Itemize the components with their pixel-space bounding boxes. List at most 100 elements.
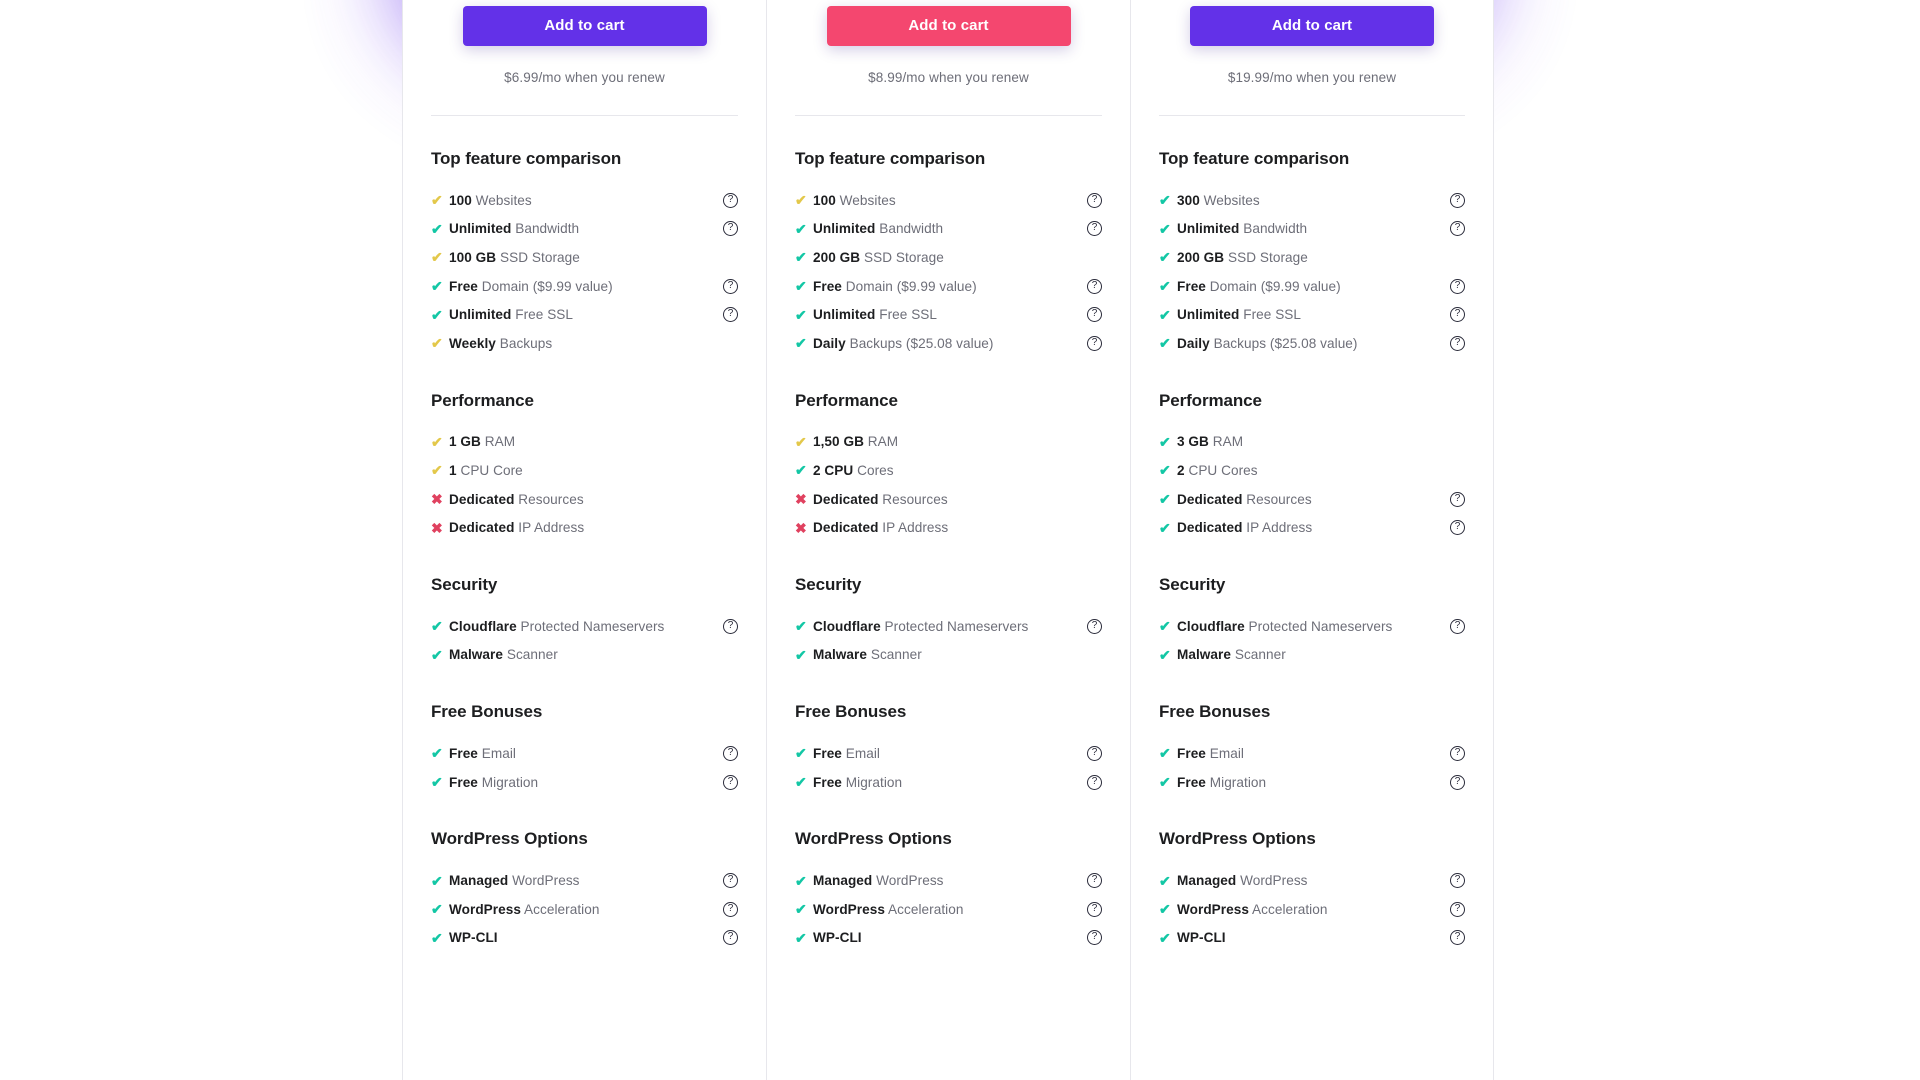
- feature-row: ✔ 200 GB SSD Storage: [1159, 243, 1465, 272]
- help-icon-placeholder: [1087, 250, 1102, 265]
- feature-label: 2 CPU Cores: [813, 463, 1079, 478]
- help-icon[interactable]: ?: [723, 930, 738, 946]
- feature-label-rest: Resources: [1242, 491, 1312, 507]
- feature-list: ✔ Cloudflare Protected Nameservers? ✔ Malwa…: [795, 612, 1102, 669]
- feature-row: ✔ WordPress Acceleration?: [795, 895, 1102, 924]
- feature-group: Free Bonuses ✔ Free Email? ✔ Free Migration?: [427, 702, 742, 796]
- feature-label-rest: Migration: [841, 774, 903, 790]
- feature-list: ✔ Free Email? ✔ Free Migration?: [431, 739, 738, 796]
- help-icon[interactable]: ?: [1450, 192, 1465, 208]
- feature-label-rest: Cores: [853, 462, 894, 478]
- check-icon: ✔: [431, 901, 443, 918]
- feature-label: 100 Websites: [813, 193, 1079, 208]
- feature-list: ✔ 3 GB RAM ✔ 2 CPU Cores ✔ Dedicated Resource…: [1159, 428, 1465, 542]
- feature-list: ✔ 100 Websites? ✔ Unlimited Bandwidth? ✔ 200 …: [795, 186, 1102, 358]
- plan-card-row: Add to cart $6.99/mo when you renew Top fe…: [402, 0, 1494, 1080]
- help-icon[interactable]: ?: [1087, 618, 1102, 634]
- add-to-cart-button[interactable]: Add to cart: [826, 6, 1071, 46]
- help-icon[interactable]: ?: [1450, 520, 1465, 536]
- help-icon[interactable]: ?: [1450, 221, 1465, 237]
- help-icon[interactable]: ?: [1087, 745, 1102, 761]
- help-icon[interactable]: ?: [1087, 192, 1102, 208]
- feature-row: ✔ WP-CLI?: [431, 924, 738, 953]
- feature-row: ✔ 200 GB SSD Storage: [795, 243, 1102, 272]
- feature-row: ✔ WordPress Acceleration?: [1159, 895, 1465, 924]
- help-icon[interactable]: ?: [1087, 335, 1102, 351]
- check-icon: ✔: [1159, 462, 1171, 479]
- feature-group-title: Security: [431, 574, 498, 594]
- add-to-cart-button[interactable]: Add to cart: [462, 6, 707, 46]
- check-icon: ✔: [795, 278, 807, 295]
- check-icon: ✔: [1159, 278, 1171, 295]
- feature-label-rest: WordPress: [508, 873, 580, 889]
- feature-label: WordPress Acceleration: [1177, 902, 1442, 917]
- feature-label-strong: Malware: [813, 647, 867, 663]
- help-icon[interactable]: ?: [1450, 901, 1465, 917]
- help-icon[interactable]: ?: [1087, 873, 1102, 889]
- help-icon[interactable]: ?: [723, 745, 738, 761]
- help-icon[interactable]: ?: [1450, 618, 1465, 634]
- feature-label-strong: Free: [1177, 774, 1206, 790]
- feature-label-rest: Bandwidth: [1239, 221, 1308, 237]
- check-icon: ✔: [795, 335, 807, 352]
- help-icon[interactable]: ?: [723, 873, 738, 889]
- help-icon[interactable]: ?: [1450, 930, 1465, 946]
- feature-row: ✔ Daily Backups ($25.08 value)?: [795, 329, 1102, 358]
- help-icon[interactable]: ?: [723, 307, 738, 323]
- feature-label: Malware Scanner: [813, 647, 1079, 662]
- help-icon-placeholder: [1450, 434, 1465, 449]
- feature-group: WordPress Options ✔ Managed WordPress? ✔ Wor…: [1155, 829, 1469, 952]
- help-icon[interactable]: ?: [723, 192, 738, 208]
- feature-label-rest: Email: [1205, 745, 1244, 761]
- feature-label: Managed WordPress: [813, 873, 1079, 888]
- feature-label: 3 GB RAM: [1177, 434, 1442, 449]
- feature-label-strong: 3 GB: [1177, 434, 1209, 450]
- check-icon: ✔: [1159, 618, 1171, 635]
- feature-label-strong: Weekly: [449, 335, 496, 351]
- check-icon: ✔: [1159, 249, 1171, 266]
- help-icon[interactable]: ?: [1450, 774, 1465, 790]
- cta-zone: Add to cart $19.99/mo when you renew: [1155, 0, 1469, 85]
- feature-row: ✔ Free Domain ($9.99 value)?: [431, 272, 738, 301]
- help-icon[interactable]: ?: [1450, 745, 1465, 761]
- feature-group: Top feature comparison ✔ 100 Websites? ✔ Unl…: [791, 149, 1106, 358]
- feature-label-strong: Free: [813, 774, 842, 790]
- help-icon[interactable]: ?: [723, 221, 738, 237]
- help-icon[interactable]: ?: [1087, 307, 1102, 323]
- help-icon[interactable]: ?: [1087, 901, 1102, 917]
- help-icon[interactable]: ?: [1450, 873, 1465, 889]
- feature-label-rest: Acceleration: [520, 901, 600, 917]
- check-icon: ✔: [1159, 220, 1171, 237]
- check-icon: ✔: [795, 462, 807, 479]
- help-icon[interactable]: ?: [1087, 774, 1102, 790]
- feature-label: Free Domain ($9.99 value): [1177, 279, 1442, 294]
- feature-label: Dedicated IP Address: [813, 520, 1079, 535]
- feature-row: ✖ Dedicated Resources: [431, 485, 738, 514]
- feature-label-rest: WordPress: [872, 873, 944, 889]
- help-icon[interactable]: ?: [1450, 491, 1465, 507]
- feature-label-strong: Malware: [1177, 647, 1231, 663]
- help-icon[interactable]: ?: [1450, 335, 1465, 351]
- feature-label-strong: Daily: [1177, 335, 1210, 351]
- feature-row: ✔ Cloudflare Protected Nameservers?: [795, 612, 1102, 641]
- add-to-cart-button[interactable]: Add to cart: [1190, 6, 1434, 46]
- check-icon: ✔: [795, 745, 807, 762]
- check-icon: ✔: [431, 618, 443, 635]
- check-icon: ✔: [431, 220, 443, 237]
- help-icon[interactable]: ?: [723, 901, 738, 917]
- feature-row: ✔ Free Migration?: [795, 768, 1102, 797]
- help-icon[interactable]: ?: [723, 774, 738, 790]
- cta-zone: Add to cart $6.99/mo when you renew: [427, 0, 742, 85]
- check-icon: ✔: [431, 929, 443, 946]
- feature-list: ✔ 100 Websites? ✔ Unlimited Bandwidth? ✔ 100 …: [431, 186, 738, 358]
- help-icon[interactable]: ?: [1087, 930, 1102, 946]
- feature-label: Malware Scanner: [1177, 647, 1442, 662]
- help-icon[interactable]: ?: [723, 618, 738, 634]
- help-icon[interactable]: ?: [1087, 221, 1102, 237]
- help-icon[interactable]: ?: [723, 278, 738, 294]
- help-icon[interactable]: ?: [1087, 278, 1102, 294]
- feature-row: ✔ Managed WordPress?: [795, 866, 1102, 895]
- help-icon[interactable]: ?: [1450, 278, 1465, 294]
- cross-icon: ✖: [431, 491, 443, 508]
- help-icon[interactable]: ?: [1450, 307, 1465, 323]
